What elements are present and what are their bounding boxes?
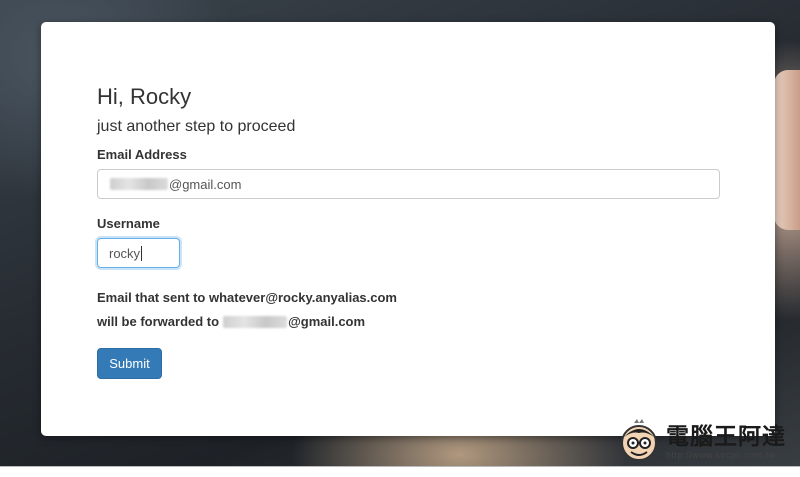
signup-card: Hi, Rocky just another step to proceed E… bbox=[41, 22, 775, 436]
mascot-icon bbox=[621, 419, 657, 461]
email-label: Email Address bbox=[97, 147, 187, 162]
email-field-value: @gmail.com bbox=[169, 176, 242, 192]
bottom-strip bbox=[0, 466, 800, 477]
greeting-heading: Hi, Rocky bbox=[97, 84, 192, 109]
username-field-value: rocky bbox=[109, 245, 141, 261]
forwarding-prefix: will be forwarded to bbox=[97, 314, 220, 329]
redacted-blur bbox=[110, 178, 168, 190]
site-watermark: 電腦王阿達 http://www.kocpc.com.tw bbox=[616, 419, 786, 465]
forwarding-info-line-1: Email that sent to whatever@rocky.anyali… bbox=[97, 290, 397, 305]
username-field[interactable]: rocky bbox=[97, 238, 180, 268]
watermark-title: 電腦王阿達 bbox=[666, 424, 786, 450]
forwarding-suffix: @gmail.com bbox=[288, 314, 366, 329]
submit-button[interactable]: Submit bbox=[97, 348, 162, 379]
redacted-blur bbox=[223, 315, 288, 328]
email-field[interactable]: @gmail.com bbox=[97, 169, 720, 199]
username-label: Username bbox=[97, 216, 160, 231]
watermark-url: http://www.kocpc.com.tw bbox=[666, 450, 777, 460]
forwarding-info-line-2: will be forwarded to @gmail.com bbox=[97, 314, 365, 329]
forwarding-info-text: Email that sent to whatever@rocky.anyali… bbox=[97, 290, 397, 305]
background-cup bbox=[774, 70, 800, 230]
text-caret bbox=[141, 245, 143, 261]
subtitle-text: just another step to proceed bbox=[97, 118, 296, 135]
